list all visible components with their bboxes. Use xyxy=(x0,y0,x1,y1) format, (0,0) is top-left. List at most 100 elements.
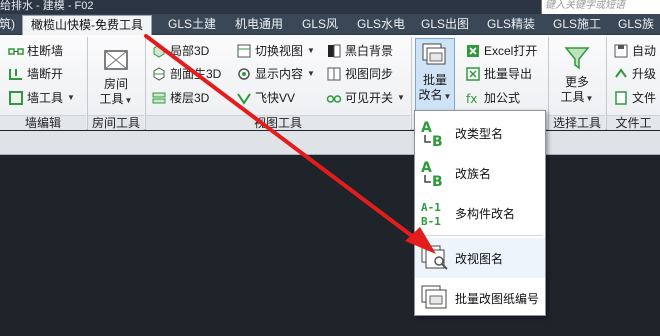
group-label-file-tools: 文件工 xyxy=(607,115,660,130)
switch-view-label: 切换视图 xyxy=(255,44,304,58)
local-3d-label: 局部3D xyxy=(170,44,210,58)
menu-item-rename-type[interactable]: AB 改类型名 xyxy=(415,113,545,153)
visibility-toggle-label: 可见开关 xyxy=(345,91,394,105)
window-title: 给排水 - 建模 - F02 xyxy=(0,0,94,12)
glasses-icon xyxy=(326,90,342,106)
display-content-label: 显示内容 xyxy=(255,67,304,81)
wall-split-label: 墙断开 xyxy=(27,67,64,81)
room-tools-icon xyxy=(101,45,131,75)
menu-item-rename-view-label: 改视图名 xyxy=(455,251,504,266)
batch-rename-dropdown-menu: AB 改类型名 AB 改族名 A-1 B-1 多构件改名 改视图名 批量改图纸编号 xyxy=(414,110,546,316)
tab-mep-general[interactable]: 机电通用 xyxy=(228,15,290,35)
room-tools-button[interactable]: 房间 工具▼ xyxy=(96,45,136,108)
menu-item-batch-renumber-sheets[interactable]: 批量改图纸编号 xyxy=(415,278,545,318)
ribbon-panel: 柱断墙 墙断开 墙工具 ▼ 墙编辑 房间 工具▼ 房间工具 局部3D 剖面生3D… xyxy=(0,35,660,130)
switch-view-icon xyxy=(236,43,252,59)
local-3d-icon xyxy=(151,43,167,59)
batch-rename-label-1: 批量 xyxy=(422,73,447,87)
svg-text:B: B xyxy=(432,134,443,148)
rename-family-icon: AB xyxy=(420,158,450,190)
floor-3d-button[interactable]: 楼层3D xyxy=(151,87,209,109)
switch-view-button[interactable]: 切换视图 ▼ xyxy=(236,40,315,62)
local-3d-button[interactable]: 局部3D xyxy=(151,40,209,62)
fast-vv-button[interactable]: 飞快VV xyxy=(236,87,295,109)
add-formula-button[interactable]: fx 加公式 xyxy=(465,87,520,109)
room-tools-label-2-text: 工具 xyxy=(99,92,124,106)
room-tools-label-1: 房间 xyxy=(103,77,128,91)
display-content-button[interactable]: 显示内容 ▼ xyxy=(236,63,315,85)
menu-item-rename-family[interactable]: AB 改族名 xyxy=(415,153,545,193)
black-white-background-label: 黑白背景 xyxy=(345,44,394,58)
wall-tools-icon xyxy=(8,90,24,106)
menu-item-rename-type-label: 改类型名 xyxy=(455,126,504,141)
tab-gls-hvac[interactable]: GLS风 xyxy=(294,15,346,35)
upgrade-icon xyxy=(613,66,629,82)
batch-export-icon xyxy=(465,66,481,82)
batch-export-button[interactable]: 批量导出 xyxy=(465,63,532,85)
wall-tools-button[interactable]: 墙工具 ▼ xyxy=(8,87,75,109)
batch-rename-button[interactable]: 批量 改名▼ xyxy=(415,38,455,112)
auto-save-button[interactable]: 自动 xyxy=(613,40,656,62)
section-to-3d-icon xyxy=(151,66,167,82)
wall-tools-label: 墙工具 xyxy=(27,91,64,105)
more-tools-button[interactable]: 更多 工具▼ xyxy=(557,43,597,106)
menu-item-batch-renumber-sheets-label: 批量改图纸编号 xyxy=(455,291,540,306)
dropdown-caret-icon: ▼ xyxy=(443,92,452,101)
view-sync-icon xyxy=(326,66,342,82)
batch-rename-icon xyxy=(420,41,450,71)
tab-gls-civil[interactable]: GLS土建 xyxy=(158,15,226,35)
dropdown-caret-icon: ▼ xyxy=(124,96,133,105)
excel-open-label: Excel打开 xyxy=(484,44,538,58)
column-break-wall-button[interactable]: 柱断墙 xyxy=(8,40,63,62)
multi-element-rename-icon: A-1 B-1 xyxy=(420,198,450,228)
menu-item-multi-element-rename[interactable]: A-1 B-1 多构件改名 xyxy=(415,193,545,233)
view-sync-label: 视图同步 xyxy=(345,67,394,81)
formula-icon: fx xyxy=(465,90,481,106)
ribbon-tab-bar: 筑) 橄榄山快模-免费工具 GLS土建 机电通用 GLS风 GLS水电 GLS出… xyxy=(0,14,660,35)
svg-text:A-1: A-1 xyxy=(421,201,441,214)
menu-divider xyxy=(417,235,543,236)
black-white-background-icon xyxy=(326,43,342,59)
menu-item-multi-element-rename-label: 多构件改名 xyxy=(455,206,516,221)
upgrade-button[interactable]: 升级 xyxy=(613,63,656,85)
tab-gls-construction[interactable]: GLS施工 xyxy=(546,15,608,35)
rename-type-icon: AB xyxy=(420,118,450,150)
more-tools-label-2-text: 工具 xyxy=(560,90,585,104)
group-label-select-tools: 选择工具 xyxy=(549,115,605,130)
tab-gls-drawing[interactable]: GLS出图 xyxy=(414,15,476,35)
column-break-wall-icon xyxy=(8,43,24,59)
more-tools-label-1: 更多 xyxy=(564,75,589,89)
group-separator xyxy=(411,37,412,129)
section-to-3d-button[interactable]: 剖面生3D xyxy=(151,63,221,85)
file-icon xyxy=(613,90,629,106)
visibility-toggle-button[interactable]: 可见开关 ▼ xyxy=(326,87,405,109)
room-tools-label-2: 工具▼ xyxy=(96,92,136,108)
menu-item-rename-view[interactable]: 改视图名 xyxy=(415,238,545,278)
dropdown-caret-icon: ▼ xyxy=(585,94,594,103)
fast-vv-label: 飞快VV xyxy=(255,91,296,105)
floor-3d-label: 楼层3D xyxy=(170,91,210,105)
wall-split-button[interactable]: 墙断开 xyxy=(8,63,63,85)
rename-view-icon xyxy=(420,243,450,273)
fast-vv-icon xyxy=(236,90,252,106)
svg-text:A: A xyxy=(421,120,432,136)
search-input[interactable]: 键入关键字或短语 xyxy=(541,0,660,14)
wall-split-icon xyxy=(8,66,24,82)
batch-rename-label-2-text: 改名 xyxy=(418,88,443,102)
section-to-3d-label: 剖面生3D xyxy=(170,67,222,81)
black-white-background-button[interactable]: 黑白背景 xyxy=(326,40,393,62)
tab-gls-decoration[interactable]: GLS精装 xyxy=(480,15,542,35)
tab-gls-plumbing-electric[interactable]: GLS水电 xyxy=(350,15,412,35)
tab-olive-free-tools[interactable]: 橄榄山快模-免费工具 xyxy=(22,15,152,35)
dropdown-caret-icon: ▼ xyxy=(67,93,75,102)
batch-renumber-sheets-icon xyxy=(420,283,450,313)
save-icon xyxy=(613,43,629,59)
menu-item-rename-family-label: 改族名 xyxy=(455,166,492,181)
excel-open-button[interactable]: Excel打开 xyxy=(465,40,537,62)
tab-architecture[interactable]: 筑) xyxy=(0,15,16,35)
batch-export-label: 批量导出 xyxy=(484,67,533,81)
tab-gls-family[interactable]: GLS族 xyxy=(610,15,660,35)
file-button[interactable]: 文件 xyxy=(613,87,656,109)
view-sync-button[interactable]: 视图同步 xyxy=(326,63,393,85)
svg-text:A: A xyxy=(421,160,432,176)
